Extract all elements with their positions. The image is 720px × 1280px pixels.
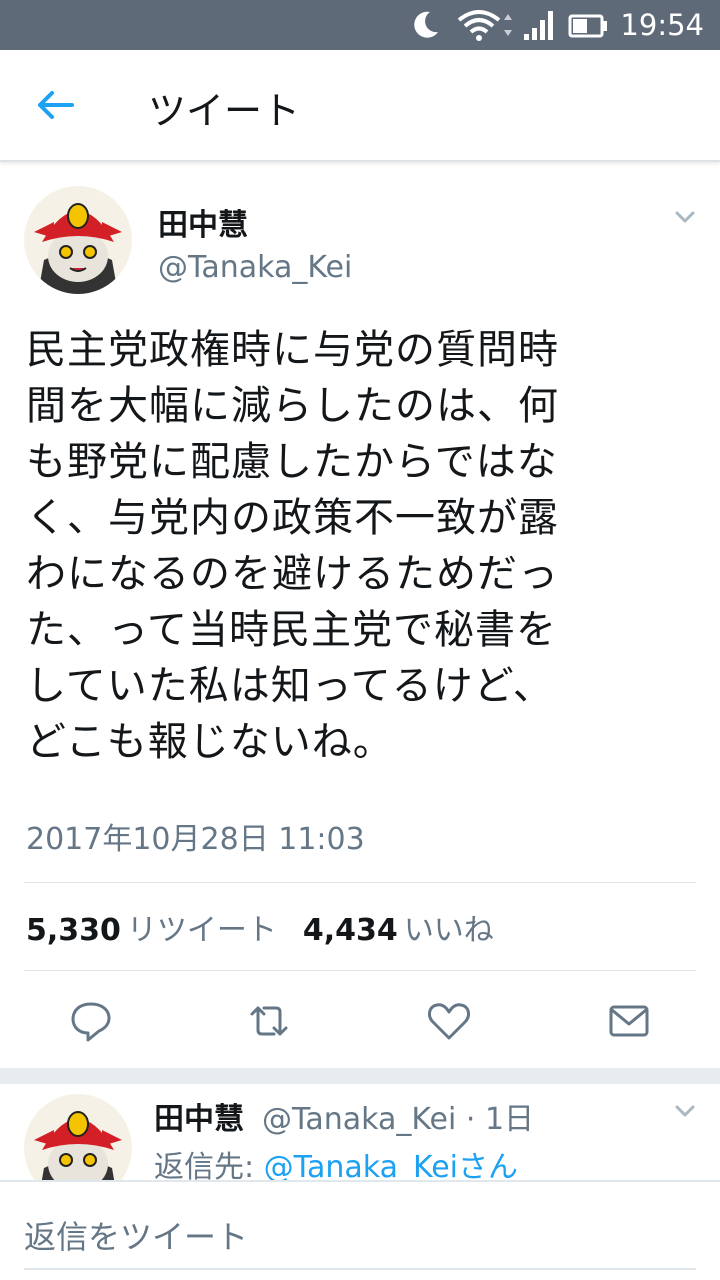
page-title: ツイート (148, 89, 301, 133)
status-bar: 19:54 (0, 0, 720, 50)
avatar[interactable] (24, 186, 132, 294)
avatar-image (24, 186, 132, 294)
retweet-count[interactable]: 5,330 (26, 913, 121, 948)
signal-icon (524, 11, 553, 40)
compose-underline (24, 1268, 696, 1270)
author-name[interactable]: 田中慧 (158, 200, 248, 244)
app-header: ツイート (0, 50, 720, 162)
compose-bar: 返信をツイート (0, 1180, 720, 1280)
reply-author-name[interactable]: 田中慧 (154, 1094, 244, 1138)
tweet-text: 民主党政権時に与党の質問時 間を大幅に減らしたのは、何 も野党に配慮したからでは… (26, 322, 696, 770)
tweet-text-line: どこも報じないね。 (26, 719, 394, 765)
like-label[interactable]: いいね (404, 913, 494, 948)
retweet-icon[interactable] (244, 996, 294, 1046)
tweet-text-line: 民主党政権時に与党の質問時 (26, 327, 559, 373)
tweet-text-line: も野党に配慮したからではな (26, 439, 558, 485)
back-arrow-icon[interactable] (28, 80, 88, 130)
reply-author-meta: @Tanaka_Kei · 1日 (262, 1102, 535, 1137)
tweet-text-line: く、与党内の政策不一致が露 (26, 495, 559, 541)
tweet-text-line: していた私は知ってるけど、 (26, 663, 554, 709)
tweet-text-line: わになるのを避けるためだっ (26, 551, 559, 597)
chevron-down-icon[interactable] (670, 202, 700, 232)
like-count[interactable]: 4,434 (303, 913, 398, 948)
direct-message-icon[interactable] (604, 996, 654, 1046)
chevron-down-icon[interactable] (670, 1096, 700, 1126)
status-time: 19:54 (620, 8, 704, 42)
tweet-text-line: 間を大幅に減らしたのは、何 (26, 383, 559, 429)
tweet-text-line: た、って当時民主党で秘書を (26, 607, 557, 653)
divider (24, 970, 696, 971)
author-handle[interactable]: @Tanaka_Kei (158, 250, 352, 285)
tweet-timestamp: 2017年10月28日 11:03 (26, 822, 365, 857)
divider (24, 882, 696, 883)
wifi-icon (457, 10, 512, 41)
like-heart-icon[interactable] (424, 996, 474, 1046)
moon-icon (414, 11, 438, 38)
retweet-label[interactable]: リツイート (127, 913, 277, 948)
reply-icon[interactable] (66, 996, 116, 1046)
section-separator (0, 1068, 720, 1084)
battery-icon (568, 14, 607, 38)
tweet-stats: 5,330 リツイート 4,434 いいね (26, 905, 520, 949)
reply-compose-input[interactable]: 返信をツイート (24, 1212, 248, 1258)
